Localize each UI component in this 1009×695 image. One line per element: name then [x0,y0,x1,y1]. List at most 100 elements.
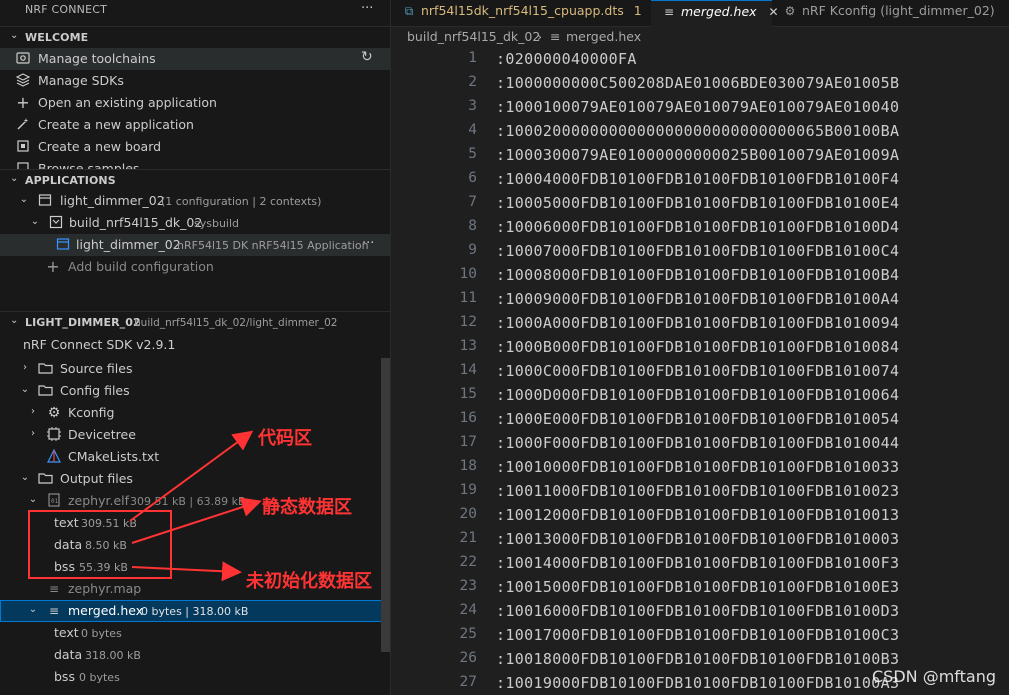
breadcrumb-folder[interactable]: build_nrf54l15_dk_02 [407,29,540,44]
welcome-item-label: Manage SDKs [38,73,124,88]
welcome-item-label: Open an existing application [38,95,217,110]
more-actions-icon[interactable]: ··· [362,236,374,251]
line-number: 24 [459,602,477,618]
code-line[interactable]: 19:10011000FDB10100FDB10100FDB10100FDB10… [391,479,1009,503]
elf-section-data[interactable]: data 8.50 kB [0,534,390,556]
code-line[interactable]: 12:1000A000FDB10100FDB10100FDB10100FDB10… [391,311,1009,335]
chevron-down-icon: ⌄ [28,604,38,615]
code-line[interactable]: 6 :10004000FDB10100FDB10100FDB10100FDB101… [391,167,1009,191]
code-line[interactable]: 9:10007000FDB10100FDB10100FDB10100FDB101… [391,239,1009,263]
line-number: 8 [468,218,477,234]
code-line[interactable]: 22:10014000FDB10100FDB10100FDB10100FDB10… [391,551,1009,575]
toolchain-icon [15,51,31,67]
code-line[interactable]: 25:10017000FDB10100FDB10100FDB10100FDB10… [391,623,1009,647]
hex-section-data[interactable]: data 318.00 kB [0,644,390,666]
code-line[interactable]: 8:10006000FDB10100FDB10100FDB10100FDB101… [391,215,1009,239]
tree-item-kconfig[interactable]: › ⚙ Kconfig [0,402,390,424]
line-content: :10010000FDB10100FDB10100FDB10100FDB1010… [496,458,900,476]
line-number: 26 [459,650,477,666]
line-content: :10008000FDB10100FDB10100FDB10100FDB1010… [496,266,900,284]
tree-item-output-files[interactable]: ⌄ Output files [0,468,390,490]
add-build-configuration-button[interactable]: + Add build configuration [0,256,390,278]
text-file-icon: ≡ [48,604,60,618]
line-content: :10004000FDB10100FDB10100FDB10100FDB1010… [496,170,900,188]
code-line[interactable]: 18:10010000FDB10100FDB10100FDB10100FDB10… [391,455,1009,479]
line-content: :1000B000FDB10100FDB10100FDB10100FDB1010… [496,338,900,356]
text-file-icon: ≡ [550,29,561,44]
code-line[interactable]: 11:10009000FDB10100FDB10100FDB10100FDB10… [391,287,1009,311]
section-size: 318.00 kB [85,649,141,662]
code-line[interactable]: 3:1000100079AE010079AE010079AE010079AE01… [391,95,1009,119]
sdk-version-item[interactable]: nRF Connect SDK v2.9.1 [0,334,390,356]
code-line[interactable]: 10:10008000FDB10100FDB10100FDB10100FDB10… [391,263,1009,287]
chevron-down-icon: ⌄ [10,173,19,184]
code-editor[interactable]: 1:020000040000FA 2:1000000000C500208DAE01… [391,47,1009,695]
welcome-item-manage-sdks[interactable]: Manage SDKs [0,70,390,92]
refresh-icon[interactable]: ↻ [361,49,373,65]
tree-item-config-files[interactable]: ⌄ Config files [0,380,390,402]
welcome-item-create-board[interactable]: Create a new board [0,136,390,158]
line-number: 17 [459,434,477,450]
build-configuration-name: build_nrf54l15_dk_02 [69,215,203,230]
hex-section-text[interactable]: text 0 bytes [0,622,390,644]
welcome-item-open-application[interactable]: + Open an existing application [0,92,390,114]
line-number: 21 [459,530,477,546]
code-line[interactable]: 2:1000000000C500208DAE01006BDE030079AE01… [391,71,1009,95]
code-line[interactable]: 17 :1000F000FDB10100FDB10100FDB10100FDB10… [391,431,1009,455]
code-line[interactable]: 13:1000B000FDB10100FDB10100FDB10100FDB10… [391,335,1009,359]
tab-dts-file[interactable]: ⧉ nrf54l15dk_nrf54l15_cpuapp.dts 1 [391,0,651,27]
line-content: :1000200000000000000000000000000065B0010… [496,122,900,140]
section-applications-label: APPLICATIONS [25,174,116,187]
build-configuration-item[interactable]: ⌄ build_nrf54l15_dk_02 sysbuild [0,212,390,234]
sidebar-scrollbar[interactable] [381,358,390,652]
code-line[interactable]: 20:10012000FDB10100FDB10100FDB10100FDB10… [391,503,1009,527]
code-line[interactable]: 4:1000200000000000000000000000000065B001… [391,119,1009,143]
code-line[interactable]: 23:10015000FDB10100FDB10100FDB10100FDB10… [391,575,1009,599]
line-content: :1000D000FDB10100FDB10100FDB10100FDB1010… [496,386,900,404]
code-line[interactable]: 24:10016000FDB10100FDB10100FDB10100FDB10… [391,599,1009,623]
welcome-item-create-application[interactable]: Create a new application [0,114,390,136]
code-line[interactable]: 21:10013000FDB10100FDB10100FDB10100FDB10… [391,527,1009,551]
section-welcome-label: WELCOME [25,31,89,44]
tree-item-merged-hex[interactable]: ⌄ ≡ merged.hex 0 bytes | 318.00 kB [0,600,390,622]
welcome-item-manage-toolchains[interactable]: Manage toolchains ↻ [0,48,390,70]
section-name: data [54,647,83,662]
code-line[interactable]: 15:1000D000FDB10100FDB10100FDB10100FDB10… [391,383,1009,407]
tree-item-cmakelists[interactable]: CMakeLists.txt [0,446,390,468]
section-details-header[interactable]: ⌄ LIGHT_DIMMER_02 build_nrf54l15_dk_02/l… [0,311,390,333]
application-item[interactable]: ⌄ light_dimmer_02 (1 configuration | 2 c… [0,190,390,212]
section-welcome-header[interactable]: ⌄ WELCOME [0,26,390,48]
code-line[interactable]: 1:020000040000FA [391,47,1009,71]
tab-merged-hex[interactable]: ≡ merged.hex ✕ [651,0,779,27]
line-number: 5 [468,146,477,162]
code-line[interactable]: 16:1000E000FDB10100FDB10100FDB10100FDB10… [391,407,1009,431]
line-number: 6 [468,170,477,186]
line-content: :1000F000FDB10100FDB10100FDB10100FDB1010… [496,434,900,452]
tree-item-devicetree[interactable]: › Devicetree [0,424,390,446]
tree-item-label: zephyr.elf [68,493,130,508]
breadcrumb-file[interactable]: merged.hex [566,29,641,44]
code-line[interactable]: 7:10005000FDB10100FDB10100FDB10100FDB101… [391,191,1009,215]
zephyr-elf-sizes: 309.51 kB | 63.89 kB [130,495,246,508]
chevron-down-icon: ⌄ [20,384,30,395]
code-line[interactable]: 5:1000300079AE01000000000025B0010079AE01… [391,143,1009,167]
section-applications-header[interactable]: ⌄ APPLICATIONS [0,169,390,191]
tree-item-label: Config files [60,383,130,398]
welcome-item-browse-samples[interactable]: Browse samples [0,158,390,169]
welcome-item-label: Create a new application [38,117,194,132]
image-item-light-dimmer[interactable]: light_dimmer_02 nRF54l15 DK nRF54l15 App… [0,234,390,256]
tree-item-source-files[interactable]: › Source files [0,358,390,380]
code-line[interactable]: 14:1000C000FDB10100FDB10100FDB10100FDB10… [391,359,1009,383]
line-content: :1000C000FDB10100FDB10100FDB10100FDB1010… [496,362,900,380]
gear-icon: ⚙ [47,405,61,421]
folder-icon [37,361,53,377]
chevron-right-icon: › [23,362,27,373]
hex-section-bss[interactable]: bss 0 bytes [0,666,390,688]
devicetree-file-icon: ⧉ [404,4,414,18]
line-content: :1000E000FDB10100FDB10100FDB10100FDB1010… [496,410,900,428]
tab-nrf-kconfig[interactable]: ⚙ nRF Kconfig (light_dimmer_02) [772,0,1009,27]
section-size: 0 bytes [81,627,122,640]
more-actions-icon[interactable]: ··· [361,1,373,16]
watermark: CSDN @mftang [872,667,997,686]
sdk-icon [15,73,31,89]
